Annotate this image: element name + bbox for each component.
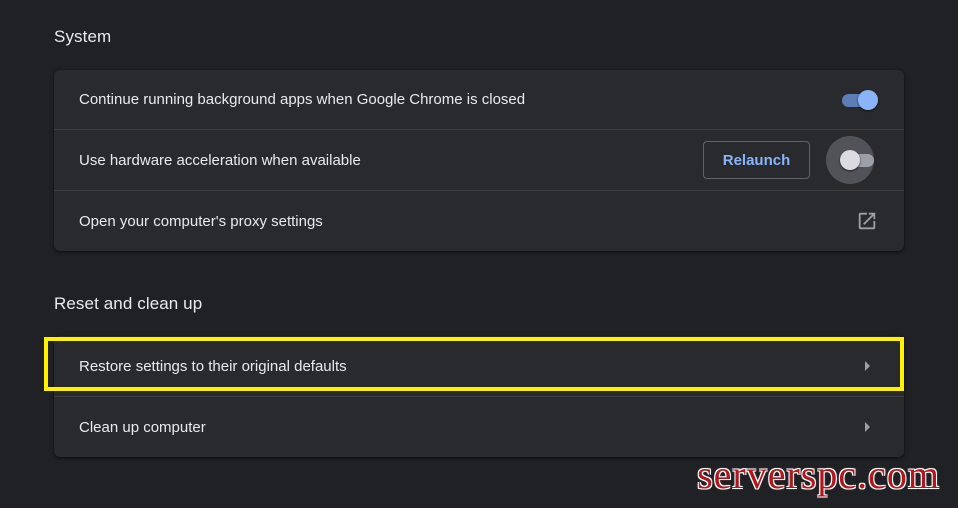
background-apps-label: Continue running background apps when Go… <box>79 91 526 108</box>
hardware-acceleration-toggle[interactable] <box>826 136 878 184</box>
arrow-right-icon <box>865 361 870 371</box>
arrow-right-icon <box>865 422 870 432</box>
hardware-acceleration-row[interactable]: Use hardware acceleration when available… <box>54 129 904 190</box>
reset-card: Restore settings to their original defau… <box>54 336 904 457</box>
clean-up-computer-label: Clean up computer <box>79 418 206 436</box>
toggle-knob <box>858 89 878 110</box>
system-card: Continue running background apps when Go… <box>54 70 904 251</box>
restore-defaults-label: Restore settings to their original defau… <box>79 357 347 375</box>
background-apps-row[interactable]: Continue running background apps when Go… <box>54 70 904 129</box>
proxy-settings-label: Open your computer's proxy settings <box>79 212 323 230</box>
system-section-title: System <box>54 27 112 46</box>
toggle-knob <box>840 150 860 170</box>
open-in-new-icon[interactable] <box>856 210 878 232</box>
relaunch-button[interactable]: Relaunch <box>703 141 810 179</box>
proxy-settings-row[interactable]: Open your computer's proxy settings <box>54 190 904 251</box>
watermark: serverspc.com <box>697 452 940 497</box>
restore-defaults-row[interactable]: Restore settings to their original defau… <box>54 336 904 396</box>
reset-section-title: Reset and clean up <box>54 294 203 313</box>
background-apps-toggle[interactable] <box>840 89 878 110</box>
clean-up-computer-row[interactable]: Clean up computer <box>54 396 904 457</box>
